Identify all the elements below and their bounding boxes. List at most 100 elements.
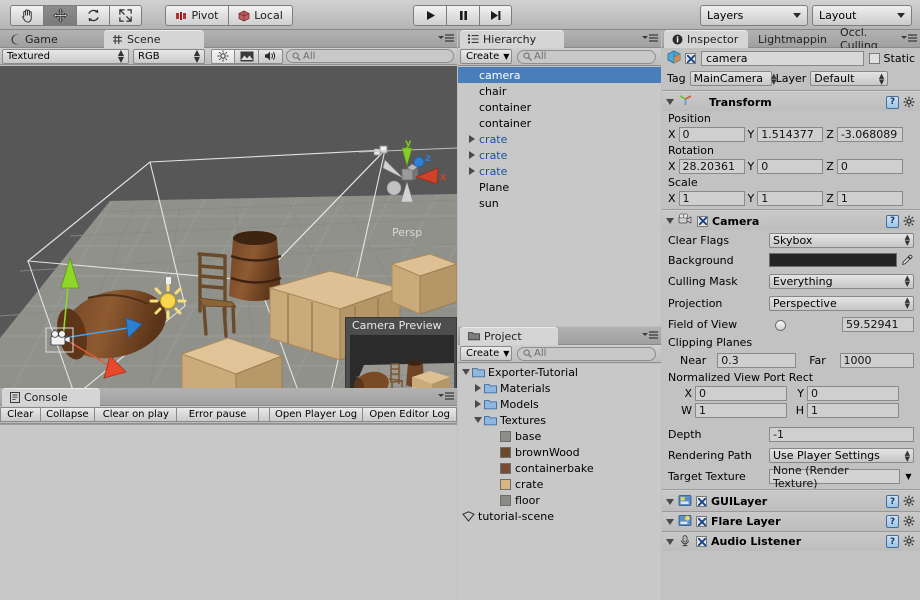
scene-tab-menu-button[interactable] (438, 34, 454, 43)
project-item-exporter-tutorial[interactable]: Exporter-Tutorial (458, 364, 661, 380)
console-error-pause-button[interactable]: Error pause (177, 407, 258, 422)
help-icon[interactable]: ? (886, 495, 899, 508)
hierarchy-item-crate-1[interactable]: crate (458, 131, 661, 147)
expand-arrow-icon[interactable] (472, 400, 484, 408)
position-x-field[interactable]: 0 (679, 127, 745, 142)
guilayer-enabled-checkbox[interactable] (696, 496, 707, 507)
rotation-x-field[interactable]: 28.20361 (679, 159, 745, 174)
inspector-tab-menu-button[interactable] (901, 34, 917, 43)
collapse-arrow-icon[interactable] (666, 218, 674, 224)
background-color-field[interactable] (769, 253, 897, 267)
camera-enabled-checkbox[interactable] (697, 216, 708, 227)
projection-dropdown[interactable]: Perspective ▲▼ (769, 296, 914, 311)
flare-layer-component-header[interactable]: Flare Layer ? (662, 512, 920, 531)
gear-icon[interactable] (903, 535, 916, 548)
rotation-y-field[interactable]: 0 (757, 159, 823, 174)
project-item-crate[interactable]: crate (458, 476, 661, 492)
help-icon[interactable]: ? (886, 215, 899, 228)
hierarchy-item-container-2[interactable]: container (458, 115, 661, 131)
console-log-area[interactable] (0, 424, 457, 600)
field-of-view-value[interactable]: 59.52941 (842, 317, 914, 332)
render-mode-dropdown[interactable]: RGB ▲▼ (133, 49, 205, 64)
audio-listener-component-header[interactable]: Audio Listener ? (662, 532, 920, 551)
expand-arrow-icon[interactable] (466, 135, 477, 143)
draw-mode-dropdown[interactable]: Textured ▲▼ (2, 49, 129, 64)
scale-z-field[interactable]: 1 (837, 191, 903, 206)
audio-listener-enabled-checkbox[interactable] (696, 536, 707, 547)
project-tree[interactable]: Exporter-Tutorial Materials Models Textu… (458, 364, 661, 600)
depth-field[interactable]: -1 (769, 427, 914, 442)
collapse-arrow-icon[interactable] (460, 369, 472, 375)
scene-viewport[interactable]: y z x Persp Camera Preview (0, 66, 457, 388)
collapse-arrow-icon[interactable] (472, 417, 484, 423)
move-tool-button[interactable] (43, 5, 76, 26)
hierarchy-item-container-1[interactable]: container (458, 99, 661, 115)
near-field[interactable]: 0.3 (717, 353, 795, 368)
expand-arrow-icon[interactable] (466, 151, 477, 159)
hand-tool-button[interactable] (10, 5, 43, 26)
project-item-brownwood[interactable]: brownWood (458, 444, 661, 460)
collapse-arrow-icon[interactable] (666, 99, 674, 105)
scale-tool-button[interactable] (109, 5, 142, 26)
camera-component-header[interactable]: Camera ? (662, 212, 920, 230)
viewport-x-field[interactable]: 0 (695, 386, 787, 401)
collapse-arrow-icon[interactable] (666, 499, 674, 505)
layer-dropdown[interactable]: Default ▲▼ (810, 71, 888, 86)
tag-dropdown[interactable]: MainCamera ▲▼ (690, 71, 772, 86)
rendering-path-dropdown[interactable]: Use Player Settings ▲▼ (769, 448, 914, 463)
help-icon[interactable]: ? (886, 535, 899, 548)
expand-arrow-icon[interactable] (472, 384, 484, 392)
project-item-textures[interactable]: Textures (458, 412, 661, 428)
rotate-tool-button[interactable] (76, 5, 109, 26)
layout-dropdown[interactable]: Layout (812, 5, 912, 26)
flare-layer-enabled-checkbox[interactable] (696, 516, 707, 527)
scene-audio-toggle[interactable] (259, 49, 283, 64)
collapse-arrow-icon[interactable] (666, 539, 674, 545)
eyedropper-icon[interactable] (900, 254, 914, 266)
project-item-materials[interactable]: Materials (458, 380, 661, 396)
console-collapse-button[interactable]: Collapse (41, 407, 96, 422)
project-create-button[interactable]: Create ▼ (460, 346, 512, 361)
pivot-toggle-button[interactable]: Pivot (165, 5, 228, 26)
step-button[interactable] (479, 5, 512, 26)
open-editor-log-button[interactable]: Open Editor Log (363, 407, 457, 422)
hierarchy-item-camera[interactable]: camera (458, 67, 661, 83)
help-icon[interactable]: ? (886, 515, 899, 528)
rotation-z-field[interactable]: 0 (837, 159, 903, 174)
viewport-y-field[interactable]: 0 (807, 386, 899, 401)
tab-game[interactable]: Game (2, 30, 102, 48)
hierarchy-item-crate-3[interactable]: crate (458, 163, 661, 179)
console-clear-on-play-button[interactable]: Clear on play (95, 407, 177, 422)
scene-fx-toggle[interactable] (235, 49, 259, 64)
console-clear-button[interactable]: Clear (0, 407, 41, 422)
hierarchy-create-button[interactable]: Create ▼ (460, 49, 512, 64)
open-player-log-button[interactable]: Open Player Log (270, 407, 364, 422)
project-item-tutorial-scene[interactable]: tutorial-scene (458, 508, 661, 524)
static-checkbox[interactable] (869, 53, 880, 64)
collapse-arrow-icon[interactable] (666, 519, 674, 525)
gear-icon[interactable] (903, 515, 916, 528)
scene-search-input[interactable]: All (286, 49, 454, 63)
tab-scene[interactable]: Scene (104, 30, 204, 48)
play-button[interactable] (413, 5, 446, 26)
object-name-field[interactable]: camera (701, 51, 864, 66)
gear-icon[interactable] (903, 495, 916, 508)
project-item-floor[interactable]: floor (458, 492, 661, 508)
tab-inspector[interactable]: Inspector (664, 30, 748, 48)
culling-mask-dropdown[interactable]: Everything ▲▼ (769, 274, 914, 289)
project-search-input[interactable]: All (517, 347, 656, 361)
transform-component-header[interactable]: Transform ? (662, 93, 920, 111)
inspector-content[interactable]: camera Static Tag MainCamera ▲▼ Layer De… (662, 48, 920, 600)
far-field[interactable]: 1000 (840, 353, 915, 368)
gear-icon[interactable] (903, 215, 916, 228)
project-item-containerbake[interactable]: containerbake (458, 460, 661, 476)
hierarchy-item-sun[interactable]: sun (458, 195, 661, 211)
hierarchy-tab-menu-button[interactable] (642, 34, 658, 43)
guilayer-component-header[interactable]: GUILayer ? (662, 492, 920, 511)
tab-project[interactable]: Project (460, 327, 558, 345)
local-toggle-button[interactable]: Local (228, 5, 293, 26)
project-item-base[interactable]: base (458, 428, 661, 444)
hierarchy-item-chair[interactable]: chair (458, 83, 661, 99)
tab-hierarchy[interactable]: Hierarchy (460, 30, 564, 48)
console-tab-menu-button[interactable] (438, 392, 454, 401)
